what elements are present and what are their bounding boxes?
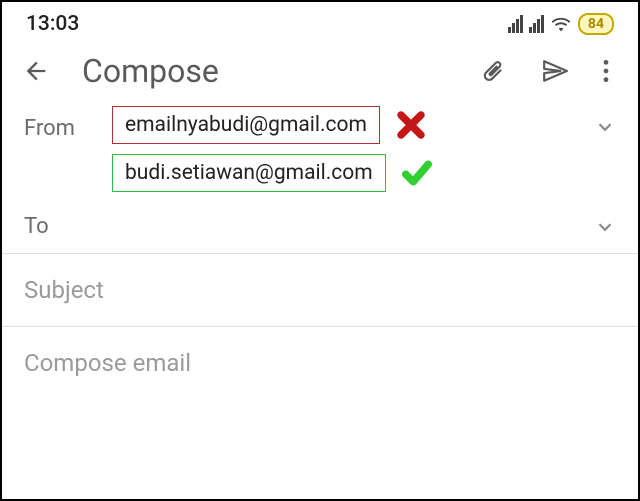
to-label: To [24, 214, 112, 239]
from-label: From [24, 106, 112, 141]
wifi-icon [550, 15, 572, 33]
back-icon[interactable] [22, 57, 50, 85]
battery-badge: 84 [578, 13, 614, 35]
body-input[interactable]: Compose email [24, 349, 191, 377]
check-icon [400, 158, 434, 188]
body-row[interactable]: Compose email [2, 327, 638, 399]
from-email-valid: budi.setiawan@gmail.com [112, 154, 386, 192]
chevron-down-icon[interactable] [594, 116, 616, 138]
chevron-down-icon[interactable] [594, 216, 616, 238]
signal-icon-2 [529, 15, 544, 33]
attach-icon[interactable] [478, 58, 508, 84]
status-time: 13:03 [26, 12, 79, 36]
from-email-invalid: emailnyabudi@gmail.com [112, 106, 380, 144]
page-title: Compose [82, 52, 478, 90]
status-bar: 13:03 84 [2, 2, 638, 44]
from-row[interactable]: From emailnyabudi@gmail.com budi.setiawa… [2, 102, 638, 200]
signal-icon-1 [508, 15, 523, 33]
send-icon[interactable] [540, 58, 570, 84]
cross-icon [394, 110, 428, 140]
more-icon[interactable] [602, 58, 610, 84]
to-row[interactable]: To [2, 200, 638, 253]
status-icons: 84 [508, 13, 614, 35]
subject-row[interactable]: Subject [2, 254, 638, 326]
compose-toolbar: Compose [2, 44, 638, 102]
from-option-invalid: emailnyabudi@gmail.com [112, 106, 434, 144]
from-option-valid: budi.setiawan@gmail.com [112, 154, 434, 192]
subject-input[interactable]: Subject [24, 276, 104, 304]
